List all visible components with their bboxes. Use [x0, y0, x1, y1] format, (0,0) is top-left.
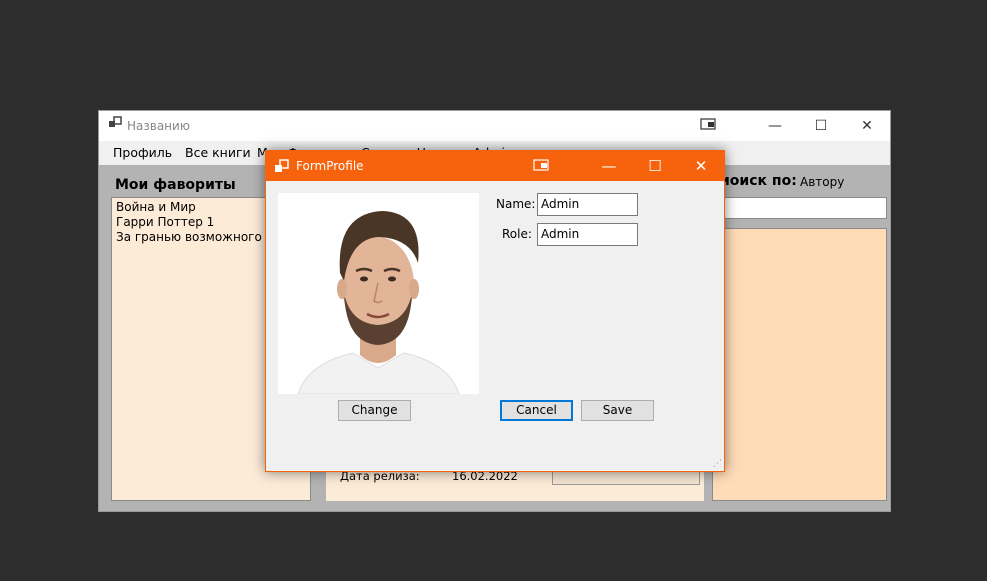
snap-layout-icon[interactable] [685, 111, 731, 141]
name-label: Name: [496, 197, 536, 211]
maximize-icon: ☐ [648, 157, 662, 175]
resize-grip-icon[interactable]: ⋰ [713, 459, 722, 469]
dialog-minimize-button[interactable]: — [586, 151, 632, 181]
close-icon: ✕ [694, 157, 708, 175]
search-by-selector[interactable]: Автору [800, 175, 844, 189]
role-field[interactable]: Admin [537, 223, 638, 246]
maximize-icon: ☐ [814, 118, 828, 134]
menu-all-books[interactable]: Все книги [185, 141, 251, 165]
profile-photo [278, 193, 479, 394]
change-photo-button[interactable]: Change [338, 400, 411, 421]
dialog-title-bar[interactable]: FormProfile — ☐ ✕ [266, 151, 724, 181]
maximize-button[interactable]: ☐ [798, 111, 844, 141]
name-field[interactable]: Admin [537, 193, 638, 216]
close-button[interactable]: ✕ [844, 111, 890, 141]
app-icon [107, 111, 123, 141]
window-title: Названию [127, 119, 190, 133]
search-label: иоиск по: [720, 173, 797, 189]
dialog-maximize-button[interactable]: ☐ [632, 151, 678, 181]
minimize-icon: — [768, 118, 782, 134]
menu-profile[interactable]: Профиль [113, 141, 172, 165]
main-title-bar[interactable]: Названию — ☐ ✕ [99, 111, 890, 141]
profile-dialog: FormProfile — ☐ ✕ Name: Admin Role: Admi… [265, 150, 725, 472]
role-label: Role: [502, 227, 532, 241]
close-icon: ✕ [861, 118, 873, 134]
dialog-app-icon [275, 159, 289, 173]
minimize-icon: — [601, 157, 617, 175]
favorites-title: Мои фавориты [115, 177, 236, 193]
search-results-list[interactable] [712, 228, 887, 501]
search-input[interactable] [712, 197, 887, 219]
cancel-button[interactable]: Cancel [500, 400, 573, 421]
dialog-close-button[interactable]: ✕ [678, 151, 724, 181]
dialog-snap-layout-icon[interactable] [518, 151, 564, 181]
dialog-title: FormProfile [296, 159, 364, 173]
minimize-button[interactable]: — [752, 111, 798, 141]
save-button[interactable]: Save [581, 400, 654, 421]
